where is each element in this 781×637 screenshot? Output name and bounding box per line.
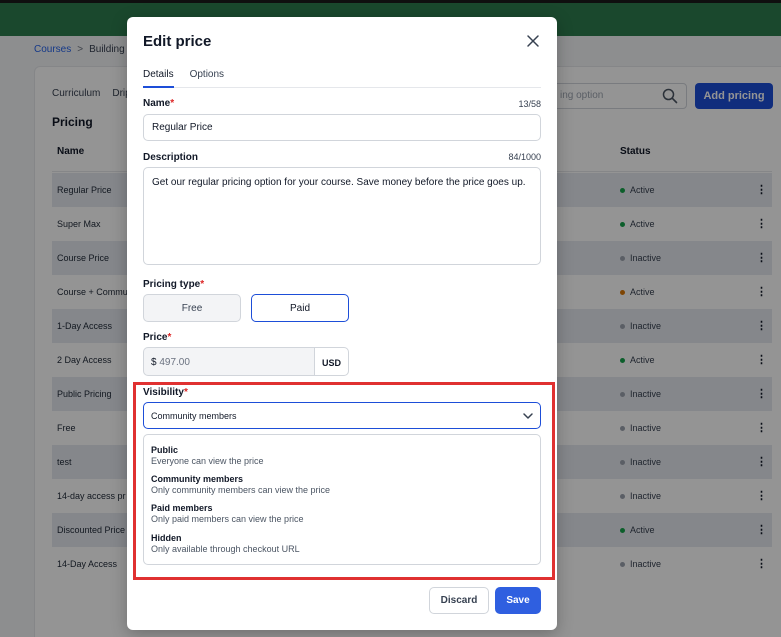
required-mark: *: [200, 279, 205, 290]
option-title: Community members: [151, 474, 244, 484]
edit-price-modal: Edit price Details Options Name* 13/58 D…: [127, 17, 557, 630]
price-label: Price*: [143, 332, 171, 343]
pricing-type-free-button[interactable]: Free: [143, 294, 241, 322]
pricing-type-label-text: Pricing type: [143, 279, 201, 290]
name-input[interactable]: [143, 114, 541, 141]
option-description: Only paid members can view the price: [151, 514, 304, 524]
option-description: Everyone can view the price: [151, 456, 264, 466]
name-char-counter: 13/58: [518, 99, 541, 109]
required-mark: *: [183, 387, 188, 398]
tab-options[interactable]: Options: [190, 68, 224, 88]
discard-button[interactable]: Discard: [429, 587, 489, 614]
option-title: Paid members: [151, 503, 213, 513]
visibility-option-public[interactable]: Public Everyone can view the price: [151, 445, 264, 466]
name-label-text: Name: [143, 98, 171, 109]
visibility-option-hidden[interactable]: Hidden Only available through checkout U…: [151, 533, 300, 554]
option-title: Public: [151, 445, 179, 455]
save-button[interactable]: Save: [495, 587, 541, 614]
visibility-label-text: Visibility: [143, 387, 184, 398]
price-input[interactable]: $ 497.00: [143, 347, 314, 376]
visibility-label: Visibility*: [143, 387, 188, 398]
modal-tabs: Details Options: [143, 68, 541, 88]
close-icon[interactable]: [525, 33, 541, 49]
visibility-dropdown: Public Everyone can view the price Commu…: [143, 434, 541, 565]
pricing-type-label: Pricing type*: [143, 279, 204, 290]
modal-title: Edit price: [143, 33, 212, 50]
description-textarea[interactable]: [143, 167, 541, 265]
pricing-type-paid-button[interactable]: Paid: [251, 294, 349, 322]
price-label-text: Price: [143, 332, 168, 343]
required-mark: *: [170, 98, 175, 109]
visibility-select[interactable]: Community members: [143, 402, 541, 429]
description-char-counter: 84/1000: [508, 152, 541, 162]
option-title: Hidden: [151, 533, 182, 543]
option-description: Only available through checkout URL: [151, 544, 300, 554]
description-label: Description: [143, 152, 199, 163]
currency-code: USD: [314, 347, 349, 376]
option-description: Only community members can view the pric…: [151, 485, 331, 495]
required-mark: *: [167, 332, 172, 343]
price-value: 497.00: [159, 357, 190, 368]
tab-details[interactable]: Details: [143, 68, 174, 88]
name-label: Name*: [143, 98, 174, 109]
visibility-option-community-members[interactable]: Community members Only community members…: [151, 474, 330, 495]
currency-sign: $: [151, 357, 157, 368]
visibility-option-paid-members[interactable]: Paid members Only paid members can view …: [151, 503, 304, 524]
chevron-down-icon[interactable]: [522, 410, 534, 422]
visibility-selected-value: Community members: [151, 411, 237, 421]
